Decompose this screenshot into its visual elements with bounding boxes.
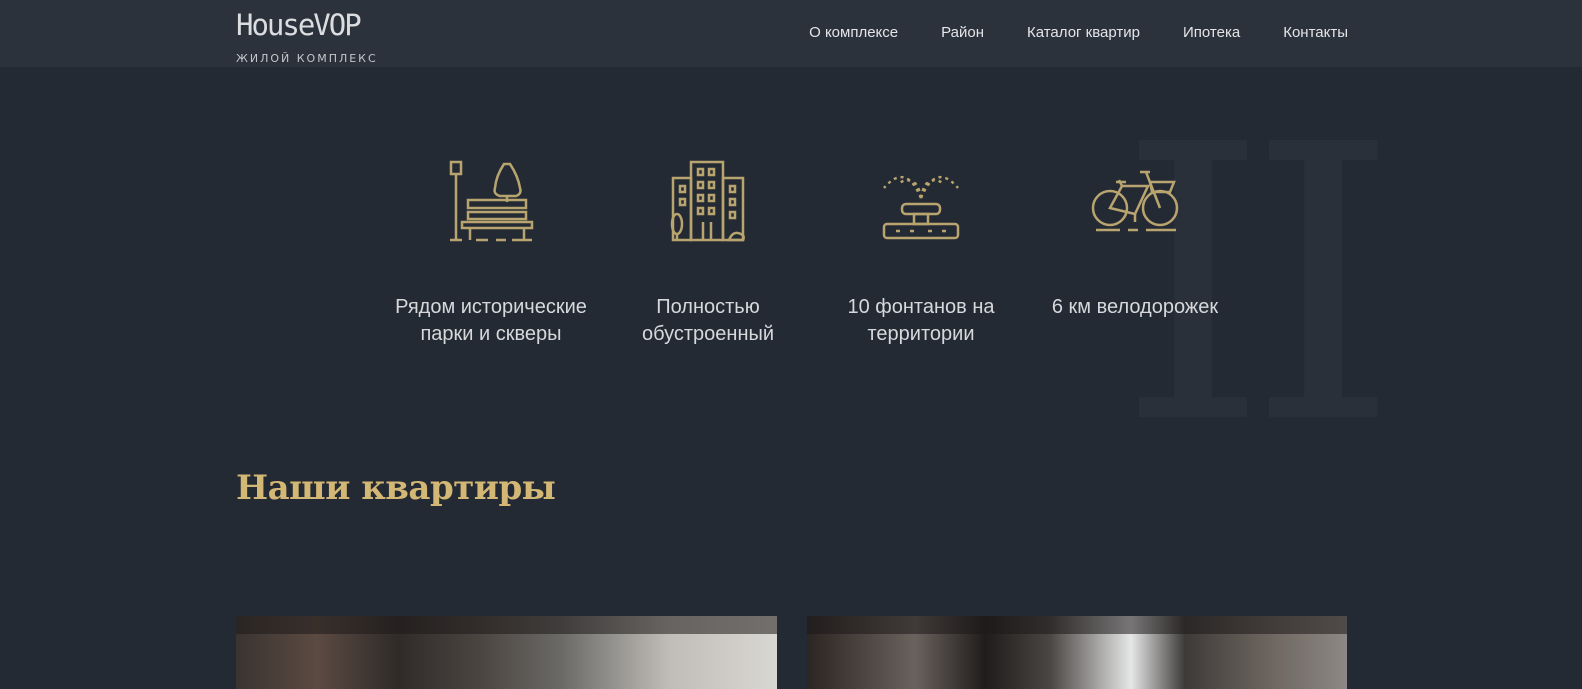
- feature-fountains: 10 фонтанов на территории: [811, 158, 1031, 348]
- main-nav: О комплексе Район Каталог квартир Ипотек…: [766, 24, 1348, 41]
- nav-catalog[interactable]: Каталог квартир: [1027, 24, 1140, 41]
- fountain-icon: [882, 175, 960, 240]
- feature-text: 6 км велодорожек: [1051, 296, 1219, 318]
- nav-district[interactable]: Район: [941, 24, 984, 41]
- nav-contacts[interactable]: Контакты: [1283, 24, 1348, 41]
- photo-overlay: [807, 616, 1347, 634]
- feature-text: 10 фонтанов на территории: [847, 296, 995, 345]
- feature-infrastructure: Полностью обустроенный: [598, 158, 818, 348]
- feature-parks: Рядом исторические парки и скверы: [381, 158, 601, 348]
- logo[interactable]: HouseVOP ЖИЛОЙ КОМПЛЕКС: [236, 8, 378, 65]
- photo-overlay: [236, 616, 777, 634]
- feature-text: Полностью обустроенный: [641, 296, 775, 345]
- park-bench-icon: [449, 160, 534, 242]
- section-title: Наши квартиры: [236, 468, 556, 508]
- logo-subtitle: ЖИЛОЙ КОМПЛЕКС: [236, 52, 378, 65]
- site-header: HouseVOP ЖИЛОЙ КОМПЛЕКС О комплексе Райо…: [0, 0, 1582, 67]
- feature-bike-paths: 6 км велодорожек: [1025, 158, 1245, 321]
- apartment-photo[interactable]: [807, 616, 1347, 689]
- city-buildings-icon: [670, 160, 745, 242]
- logo-name: HouseVOP: [236, 8, 362, 42]
- nav-mortgage[interactable]: Ипотека: [1183, 24, 1240, 41]
- apartment-photo[interactable]: [236, 616, 777, 689]
- feature-text: Рядом исторические парки и скверы: [395, 296, 587, 345]
- bicycle-icon: [1091, 170, 1179, 232]
- nav-about[interactable]: О комплексе: [809, 24, 898, 41]
